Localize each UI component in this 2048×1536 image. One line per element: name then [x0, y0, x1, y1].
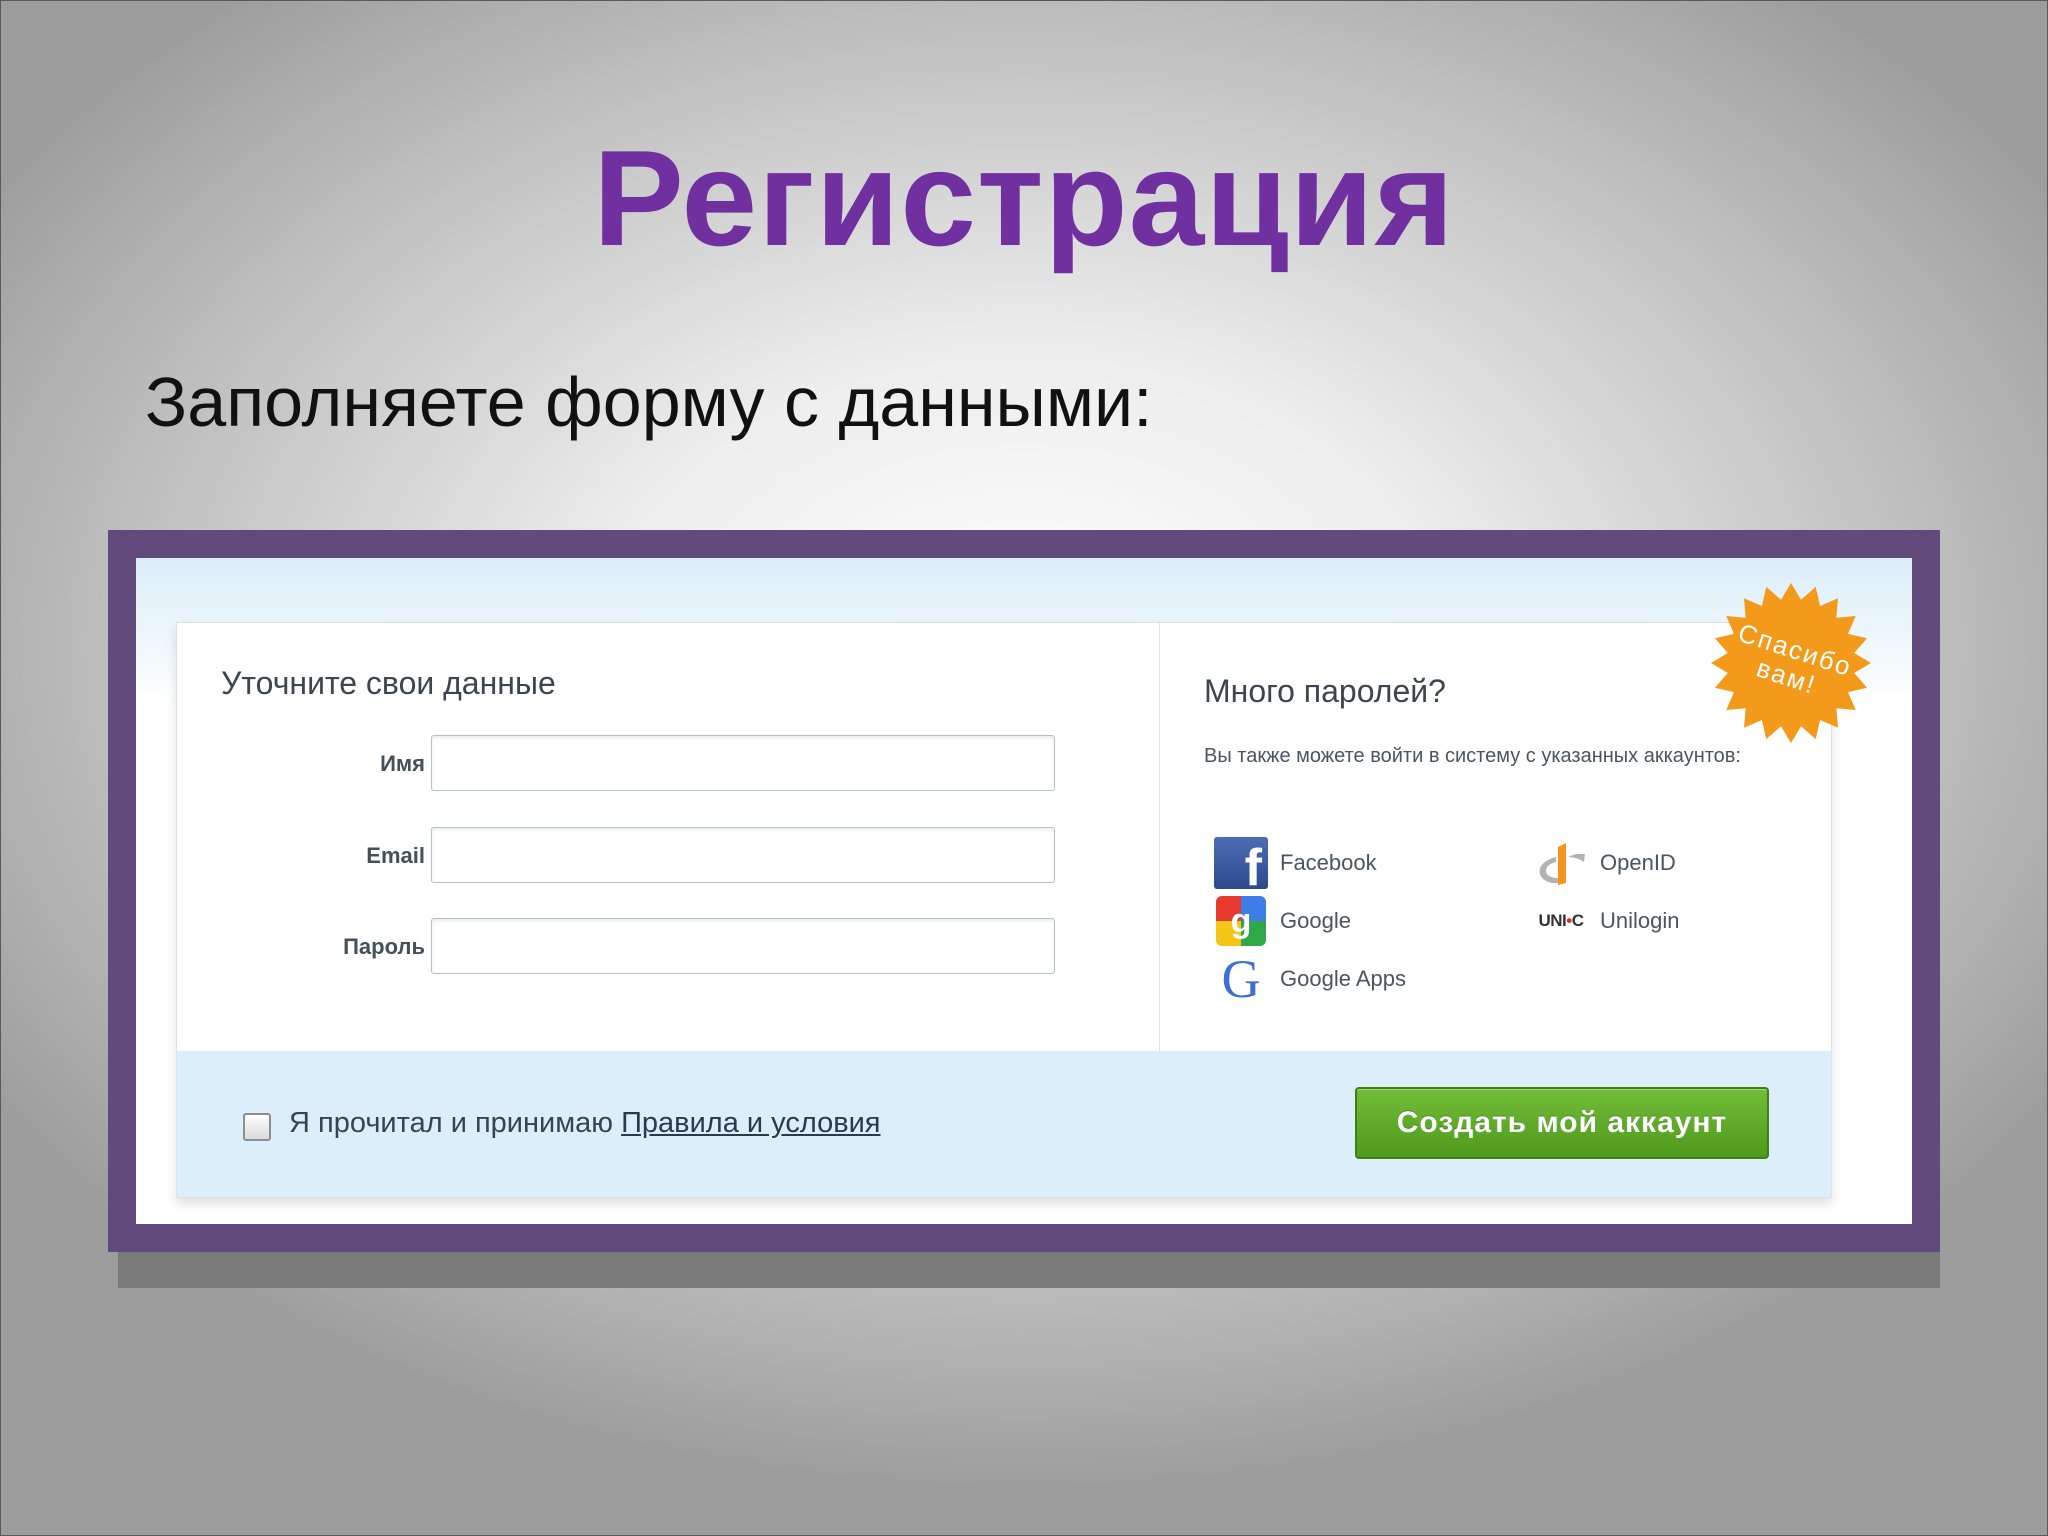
name-label: Имя — [380, 751, 425, 776]
terms-link[interactable]: Правила и условия — [621, 1107, 880, 1139]
registration-card: Уточните свои данные Имя Email Пароль Мн… — [176, 622, 1832, 1198]
facebook-login[interactable]: f Facebook — [1214, 836, 1377, 890]
google-label: Google — [1280, 908, 1351, 933]
thanks-badge: Спасибо вам! — [1708, 580, 1874, 746]
personal-data-heading: Уточните свои данные — [221, 665, 556, 701]
create-account-button[interactable]: Создать мой аккаунт — [1355, 1087, 1769, 1159]
email-label: Email — [366, 843, 425, 868]
openid-label: OpenID — [1600, 850, 1676, 875]
slide-title: Регистрация — [593, 122, 1455, 274]
google-apps-icon: G — [1221, 949, 1261, 1009]
openid-login[interactable]: OpenID — [1534, 839, 1676, 887]
form-footer: Я прочитал и принимаю Правила и условия … — [177, 1051, 1831, 1197]
registration-screenshot: Уточните свои данные Имя Email Пароль Мн… — [136, 558, 1912, 1224]
google-icon: g — [1214, 894, 1268, 948]
name-row: Имя — [177, 735, 1159, 793]
terms-checkbox[interactable] — [243, 1113, 271, 1141]
password-row: Пароль — [177, 918, 1159, 976]
password-input[interactable] — [431, 918, 1055, 974]
slide-subtitle: Заполняете форму с данными: — [145, 363, 1153, 441]
email-input[interactable] — [431, 827, 1055, 883]
terms-text: Я прочитал и принимаю Правила и условия — [289, 1107, 881, 1139]
unilogin-label: Unilogin — [1600, 908, 1680, 933]
password-label: Пароль — [343, 934, 425, 959]
facebook-label: Facebook — [1280, 850, 1377, 875]
openid-icon — [1534, 836, 1588, 890]
personal-data-section: Уточните свои данные Имя Email Пароль — [177, 623, 1159, 1051]
facebook-icon: f — [1214, 836, 1268, 890]
unilogin-login[interactable]: UNI•C Unilogin — [1534, 897, 1680, 945]
email-row: Email — [177, 827, 1159, 885]
google-login[interactable]: g Google — [1214, 894, 1351, 948]
social-login-helper: Вы также можете войти в систему с указан… — [1204, 745, 1741, 767]
social-login-heading: Много паролей? — [1204, 673, 1446, 709]
name-input[interactable] — [431, 735, 1055, 791]
unilogin-icon: UNI•C — [1538, 911, 1584, 930]
google-apps-login[interactable]: G Google Apps — [1214, 949, 1406, 1009]
screenshot-frame: Уточните свои данные Имя Email Пароль Мн… — [108, 530, 1940, 1252]
google-apps-label: Google Apps — [1280, 966, 1406, 991]
